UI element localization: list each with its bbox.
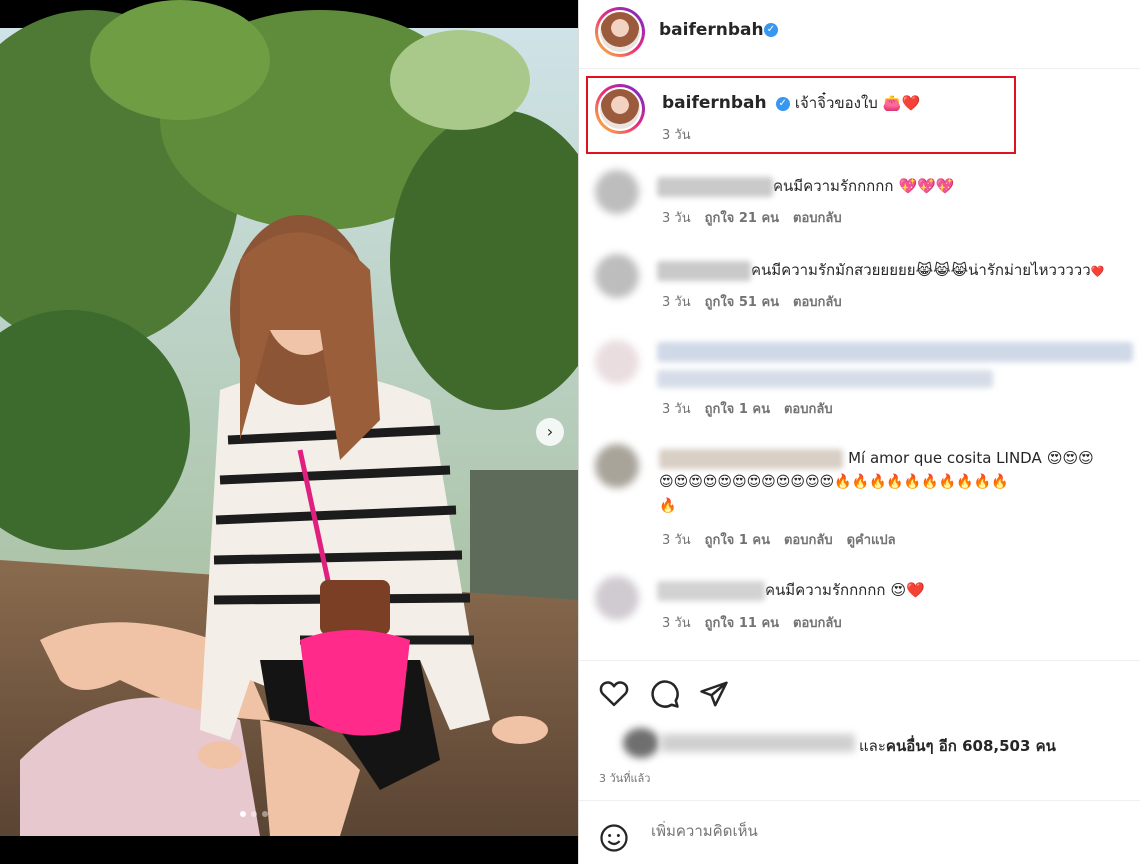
comment-item: 3 วัน ถูกใจ 1 คน ตอบกลับ — [579, 336, 1140, 426]
comment-time: 3 วัน — [662, 533, 691, 548]
carousel-dot — [240, 811, 246, 817]
carousel-dot — [262, 811, 268, 817]
caption: baifernbah ✓ เจ้าจิ๋วของใบ 👛❤️ — [662, 91, 920, 115]
comment-emoji: 💖💖💖 — [898, 177, 955, 195]
comment-username[interactable] — [659, 448, 843, 469]
comment-time: 3 วัน — [662, 295, 691, 310]
comment-icon[interactable] — [650, 679, 680, 713]
share-icon[interactable] — [699, 679, 729, 713]
comment-item: คนมีความรักกกกก 💖💖💖 3 วัน ถูกใจ 21 คน ตอ… — [579, 166, 1140, 236]
avatar[interactable] — [595, 340, 639, 384]
comment-text: คนมีความรักมักสวยยยยย — [751, 261, 916, 279]
avatar[interactable] — [595, 84, 645, 134]
avatar[interactable] — [595, 7, 645, 57]
reply-button[interactable]: ตอบกลับ — [784, 398, 833, 419]
emoji-icon[interactable] — [599, 823, 629, 857]
likes-prefix: และ — [859, 737, 886, 755]
comment-likes[interactable]: ถูกใจ 21 คน — [705, 207, 779, 228]
carousel-dot — [251, 811, 257, 817]
verified-badge-icon: ✓ — [764, 23, 778, 37]
comment-emoji-2: ❤️ — [1090, 265, 1105, 278]
caption-time: 3 วัน — [662, 128, 691, 143]
reply-button[interactable]: ตอบกลับ — [784, 529, 833, 550]
post-time: 3 วันที่แล้ว — [599, 772, 651, 785]
post-details-panel: baifernbah ✓ baifernbah ✓ เจ้าจิ๋วของใบ … — [579, 0, 1140, 864]
comment-item: Mí amor que cosita LINDA 😍😍😍 😍😍😍😍😍😍😍😍😍😍😍… — [579, 440, 1140, 550]
comment-likes[interactable]: ถูกใจ 51 คน — [705, 291, 779, 312]
comment-likes[interactable]: ถูกใจ 1 คน — [705, 529, 770, 550]
avatar[interactable] — [595, 170, 639, 214]
comment-input[interactable] — [649, 821, 1053, 841]
comment-item: คนมีความรักมักสวยยยยย😹😹😹น่ารักม่ายไหวววว… — [579, 250, 1140, 320]
comment-likes[interactable]: ถูกใจ 1 คน — [705, 398, 770, 419]
post-image — [0, 0, 578, 864]
comment-meta: 3 วัน ถูกใจ 51 คน ตอบกลับ — [662, 291, 842, 312]
comment-item: คนมีความรักกกกก 😍❤️ 3 วัน ถูกใจ 11 คน ตอ… — [579, 572, 1140, 642]
verified-badge-icon: ✓ — [775, 96, 790, 111]
avatar[interactable] — [623, 728, 659, 758]
comment-emoji: 😹😹😹 — [915, 261, 969, 279]
comment-username[interactable] — [657, 176, 773, 197]
likes-text[interactable]: และคนอื่นๆ อีก 608,503 คน — [859, 734, 1056, 758]
post-photo: › — [0, 0, 578, 864]
comment-emoji: 😍😍😍 — [1046, 449, 1094, 467]
comment-emoji-line: 😍😍😍😍😍😍😍😍😍😍😍😍🔥🔥🔥🔥🔥🔥🔥🔥🔥🔥 — [659, 474, 1009, 490]
post-header: baifernbah ✓ — [579, 0, 1140, 69]
comment-username[interactable] — [657, 260, 751, 281]
carousel-indicator — [240, 811, 268, 817]
comment-time: 3 วัน — [662, 402, 691, 417]
comment-emoji-line: 🔥 — [659, 498, 677, 514]
carousel-next-button[interactable]: › — [536, 418, 564, 446]
reply-button[interactable]: ตอบกลับ — [793, 612, 842, 633]
comment-username[interactable] — [657, 580, 765, 601]
comment-meta: 3 วัน ถูกใจ 11 คน ตอบกลับ — [662, 612, 842, 633]
comment-text: คนมีความรักกกกก — [773, 177, 894, 195]
avatar[interactable] — [595, 576, 639, 620]
add-comment-bar — [579, 800, 1140, 865]
header-username[interactable]: baifernbah — [659, 20, 764, 40]
caption-emoji: 👛❤️ — [882, 94, 921, 112]
caption-username[interactable]: baifernbah — [662, 93, 767, 113]
caption-text: เจ้าจิ๋วของใบ — [794, 94, 878, 112]
comment-meta: 3 วัน ถูกใจ 21 คน ตอบกลับ — [662, 207, 842, 228]
comment-meta: 3 วัน ถูกใจ 1 คน ตอบกลับ ดูคำแปล — [662, 529, 896, 550]
likes-count[interactable]: คนอื่นๆ อีก 608,503 คน — [886, 737, 1056, 755]
comment-likes[interactable]: ถูกใจ 11 คน — [705, 612, 779, 633]
comment-text-2: น่ารักม่ายไหววววว — [968, 261, 1091, 279]
comment-emoji: 😍❤️ — [890, 581, 925, 599]
comment-text-blurred — [657, 342, 1133, 388]
comment-text: คนมีความรักกกกก — [765, 581, 886, 599]
reply-button[interactable]: ตอบกลับ — [793, 207, 842, 228]
comment-time: 3 วัน — [662, 211, 691, 226]
comment-time: 3 วัน — [662, 616, 691, 631]
liker-names-blurred — [661, 734, 855, 752]
translate-button[interactable]: ดูคำแปล — [847, 529, 896, 550]
comment-text: Mí amor que cosita LINDA — [848, 449, 1042, 467]
avatar[interactable] — [595, 444, 639, 488]
avatar[interactable] — [595, 254, 639, 298]
caption-highlight-box — [586, 76, 1016, 154]
comment-meta: 3 วัน ถูกใจ 1 คน ตอบกลับ — [662, 398, 833, 419]
chevron-right-icon: › — [546, 422, 554, 441]
reply-button[interactable]: ตอบกลับ — [793, 291, 842, 312]
heart-icon[interactable] — [599, 679, 629, 711]
